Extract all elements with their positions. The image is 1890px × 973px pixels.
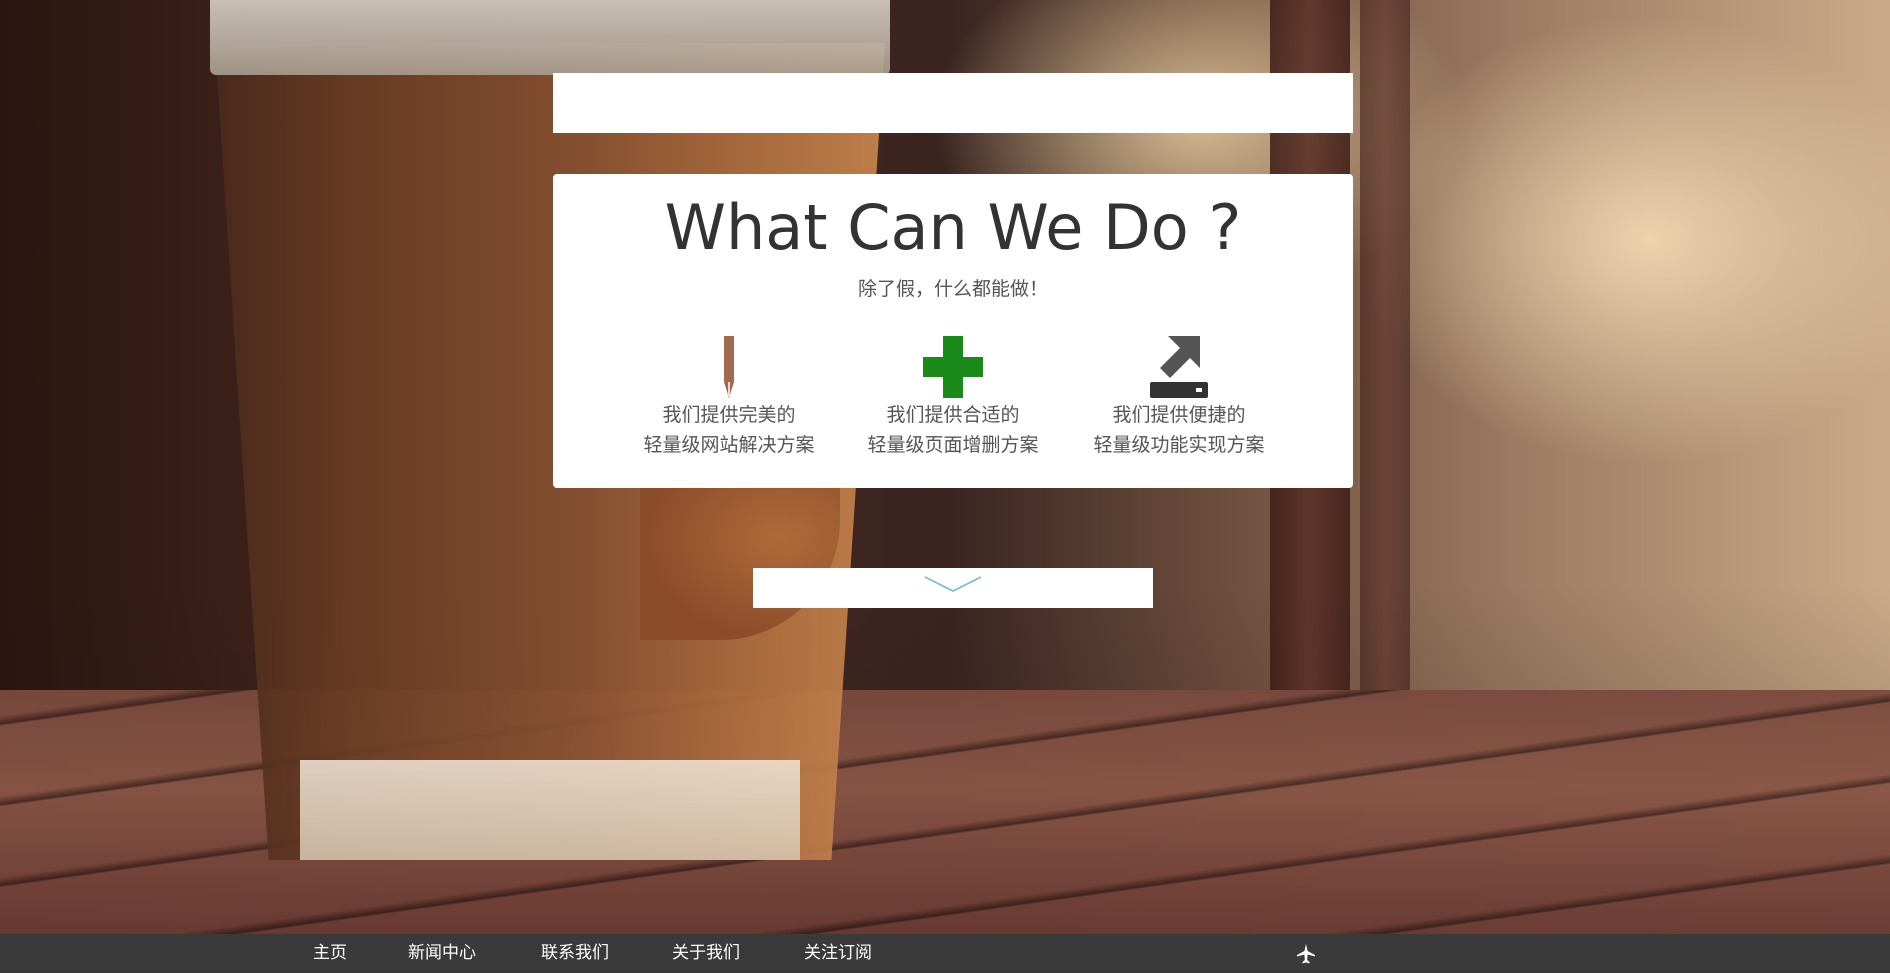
background-post: [1360, 0, 1410, 700]
feature-website-line1: 我们提供完美的: [662, 404, 796, 426]
airplane-icon[interactable]: [1295, 943, 1317, 965]
feature-page-edit-line1: 我们提供合适的: [886, 404, 1020, 426]
plus-icon: [923, 336, 983, 398]
card-title: What Can We Do ?: [664, 191, 1242, 264]
scroll-down-button[interactable]: [753, 568, 1153, 608]
bottom-nav: 主页 新闻中心 联系我们 关于我们 关注订阅: [0, 934, 1890, 973]
card-subtitle: 除了假，什么都能做！: [857, 278, 1048, 300]
what-we-do-card: What Can We Do ? 除了假，什么都能做！ 我们提供完美的 轻量级网…: [553, 174, 1353, 488]
feature-website-line2: 轻量级网站解决方案: [643, 434, 815, 456]
feature-website: 我们提供完美的 轻量级网站解决方案: [614, 334, 844, 460]
chevron-down-icon: [924, 576, 982, 593]
nav-item-subscribe[interactable]: 关注订阅: [804, 934, 872, 973]
nav-item-about[interactable]: 关于我们: [672, 934, 740, 973]
top-bar: [553, 73, 1353, 133]
feature-function: 我们提供便捷的 轻量级功能实现方案: [1064, 334, 1294, 460]
background-cup-base: [300, 760, 800, 860]
feature-function-line1: 我们提供便捷的: [1112, 404, 1246, 426]
nav-item-news[interactable]: 新闻中心: [408, 934, 476, 973]
feature-function-line2: 轻量级功能实现方案: [1093, 434, 1265, 456]
page: What Can We Do ? 除了假，什么都能做！ 我们提供完美的 轻量级网…: [0, 0, 1890, 973]
nav-item-contact[interactable]: 联系我们: [541, 934, 609, 973]
nav-item-home[interactable]: 主页: [313, 934, 347, 973]
background-cup-lid: [210, 0, 890, 75]
download-drive-icon: [1150, 336, 1208, 398]
feature-page-edit: 我们提供合适的 轻量级页面增删方案: [838, 334, 1068, 460]
feature-page-edit-line2: 轻量级页面增删方案: [867, 434, 1039, 456]
pen-icon: [724, 336, 734, 398]
